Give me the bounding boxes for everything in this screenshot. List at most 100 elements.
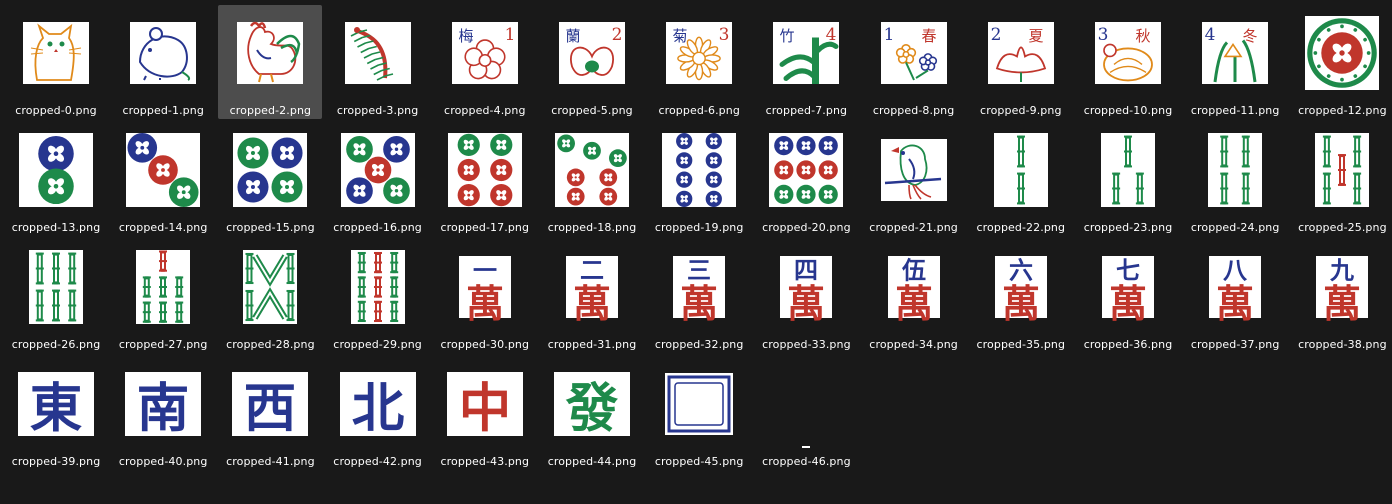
file-item[interactable]: cropped-24.png bbox=[1183, 122, 1287, 236]
file-item[interactable]: 夏 2 cropped-9.png bbox=[969, 5, 1073, 119]
file-item[interactable]: 七萬 cropped-36.png bbox=[1076, 239, 1180, 353]
south-wind-tile-icon: 南 bbox=[125, 372, 202, 439]
blank-image-icon bbox=[802, 446, 811, 448]
svg-text:萬: 萬 bbox=[1109, 281, 1147, 326]
file-thumbnail bbox=[1290, 122, 1392, 218]
file-item[interactable]: cropped-2.png bbox=[218, 5, 323, 119]
file-name-label: cropped-27.png bbox=[118, 338, 208, 351]
file-grid: cropped-0.png cropped-1.png cropped-2.png c… bbox=[0, 0, 1392, 504]
file-name-label: cropped-5.png bbox=[551, 104, 633, 117]
file-name-label: cropped-11.png bbox=[1190, 104, 1280, 117]
file-thumbnail bbox=[326, 239, 430, 335]
file-name-label: cropped-23.png bbox=[1083, 221, 1173, 234]
file-item[interactable]: 一萬 cropped-30.png bbox=[433, 239, 537, 353]
file-name-label: cropped-1.png bbox=[122, 104, 204, 117]
file-name-label: cropped-25.png bbox=[1298, 221, 1387, 234]
file-thumbnail bbox=[754, 122, 858, 218]
file-name-label: cropped-0.png bbox=[15, 104, 97, 117]
file-thumbnail bbox=[1290, 5, 1392, 101]
file-item[interactable]: cropped-26.png bbox=[4, 239, 108, 353]
file-item[interactable]: 九萬 cropped-38.png bbox=[1290, 239, 1392, 353]
file-item[interactable]: cropped-29.png bbox=[326, 239, 430, 353]
file-item[interactable]: cropped-18.png bbox=[540, 122, 644, 236]
file-name-label: cropped-36.png bbox=[1083, 338, 1173, 351]
file-item[interactable]: cropped-21.png bbox=[862, 122, 966, 236]
file-thumbnail: 東 bbox=[4, 356, 108, 452]
file-item[interactable]: cropped-28.png bbox=[218, 239, 322, 353]
north-wind-tile-icon: 北 bbox=[339, 372, 416, 439]
file-thumbnail bbox=[218, 5, 322, 101]
file-item[interactable]: cropped-19.png bbox=[647, 122, 751, 236]
file-name-label: cropped-46.png bbox=[762, 455, 851, 468]
three-character-tile-icon: 三萬 bbox=[673, 255, 726, 326]
file-item[interactable]: cropped-17.png bbox=[433, 122, 537, 236]
file-thumbnail bbox=[1076, 122, 1180, 218]
file-thumbnail bbox=[754, 356, 858, 452]
file-item[interactable]: cropped-14.png bbox=[111, 122, 215, 236]
three-bamboo-tile-icon bbox=[1101, 133, 1155, 207]
file-name-label: cropped-41.png bbox=[226, 455, 315, 468]
file-name-label: cropped-20.png bbox=[762, 221, 851, 234]
file-item[interactable]: cropped-22.png bbox=[969, 122, 1073, 236]
east-wind-tile-icon: 東 bbox=[18, 372, 94, 439]
svg-text:2: 2 bbox=[612, 25, 623, 45]
file-item[interactable]: cropped-13.png bbox=[4, 122, 108, 236]
file-item[interactable]: cropped-45.png bbox=[647, 356, 751, 470]
file-item[interactable]: 蘭 2 cropped-5.png bbox=[540, 5, 644, 119]
file-item[interactable]: cropped-12.png bbox=[1290, 5, 1392, 119]
file-item[interactable]: 中 cropped-43.png bbox=[433, 356, 537, 470]
file-item[interactable]: 春 1 cropped-8.png bbox=[862, 5, 966, 119]
five-character-tile-icon: 伍萬 bbox=[887, 255, 940, 326]
file-item[interactable]: cropped-0.png bbox=[4, 5, 108, 119]
file-item[interactable]: 三萬 cropped-32.png bbox=[647, 239, 751, 353]
seven-dots-tile-icon bbox=[555, 133, 629, 207]
file-item[interactable]: 竹 4 cropped-7.png bbox=[754, 5, 858, 119]
file-name-label: cropped-37.png bbox=[1190, 338, 1280, 351]
file-item[interactable]: cropped-46.png bbox=[754, 356, 858, 470]
file-name-label: cropped-14.png bbox=[118, 221, 208, 234]
file-thumbnail: 春1 bbox=[862, 5, 966, 101]
file-item[interactable]: 四萬 cropped-33.png bbox=[754, 239, 858, 353]
four-dots-tile-icon bbox=[233, 133, 308, 207]
file-item[interactable]: 北 cropped-42.png bbox=[326, 356, 430, 470]
file-item[interactable]: cropped-27.png bbox=[111, 239, 215, 353]
file-item[interactable]: 西 cropped-41.png bbox=[218, 356, 322, 470]
eight-bamboo-tile-icon bbox=[243, 250, 298, 324]
file-thumbnail: 梅1 bbox=[433, 5, 537, 101]
file-item[interactable]: cropped-16.png bbox=[326, 122, 430, 236]
file-name-label: cropped-3.png bbox=[336, 104, 419, 117]
file-name-label: cropped-32.png bbox=[654, 338, 744, 351]
file-item[interactable]: cropped-23.png bbox=[1076, 122, 1180, 236]
file-thumbnail: 菊3 bbox=[647, 5, 751, 101]
svg-text:梅: 梅 bbox=[458, 27, 473, 45]
file-item[interactable]: 六萬 cropped-35.png bbox=[969, 239, 1073, 353]
file-thumbnail bbox=[969, 122, 1073, 218]
file-item[interactable]: 冬 4 cropped-11.png bbox=[1183, 5, 1287, 119]
file-item[interactable]: 南 cropped-40.png bbox=[111, 356, 215, 470]
file-item[interactable]: 梅 1 cropped-4.png bbox=[433, 5, 537, 119]
file-item[interactable]: cropped-1.png bbox=[111, 5, 215, 119]
file-item[interactable]: cropped-15.png bbox=[218, 122, 322, 236]
five-dots-tile-icon bbox=[340, 133, 415, 207]
file-thumbnail: 西 bbox=[218, 356, 322, 452]
file-item[interactable]: cropped-20.png bbox=[754, 122, 858, 236]
file-name-label: cropped-21.png bbox=[869, 221, 958, 234]
file-item[interactable]: 伍萬 cropped-34.png bbox=[862, 239, 966, 353]
file-name-label: cropped-19.png bbox=[654, 221, 744, 234]
white-dragon-tile-icon bbox=[665, 373, 734, 435]
file-item[interactable]: 八萬 cropped-37.png bbox=[1183, 239, 1287, 353]
cat-tile-icon bbox=[23, 22, 89, 84]
file-item[interactable]: 菊 3 cropped-6.png bbox=[647, 5, 751, 119]
file-item[interactable]: 秋 3 cropped-10.png bbox=[1076, 5, 1180, 119]
file-item[interactable]: cropped-25.png bbox=[1290, 122, 1392, 236]
file-name-label: cropped-43.png bbox=[440, 455, 530, 468]
file-name-label: cropped-31.png bbox=[547, 338, 637, 351]
seven-character-tile-icon: 七萬 bbox=[1102, 255, 1154, 326]
svg-text:萬: 萬 bbox=[680, 281, 718, 326]
svg-text:萬: 萬 bbox=[1216, 281, 1254, 326]
file-item[interactable]: cropped-3.png bbox=[326, 5, 430, 119]
file-name-label: cropped-26.png bbox=[11, 338, 101, 351]
file-item[interactable]: 東 cropped-39.png bbox=[4, 356, 108, 470]
file-item[interactable]: 發 cropped-44.png bbox=[540, 356, 644, 470]
file-item[interactable]: 二萬 cropped-31.png bbox=[540, 239, 644, 353]
